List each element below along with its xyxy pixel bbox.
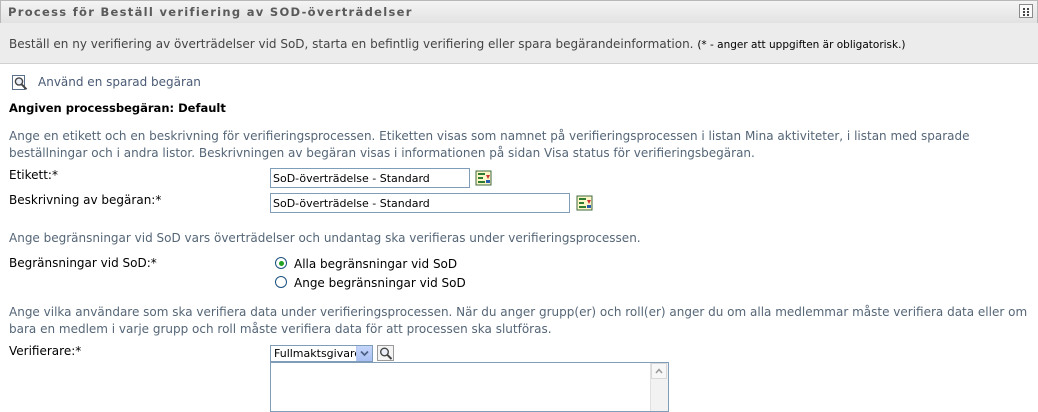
search-document-icon[interactable] bbox=[11, 74, 29, 91]
menu-icon[interactable] bbox=[1019, 4, 1033, 18]
radio-all-constraints[interactable] bbox=[275, 257, 287, 269]
radio-specify-constraints[interactable] bbox=[275, 276, 287, 288]
beskrivning-input[interactable]: SoD-överträdelse - Standard bbox=[270, 193, 570, 213]
verifier-type-value: Fullmaktsgivare bbox=[274, 347, 362, 360]
use-saved-request-link[interactable]: Använd en sparad begäran bbox=[38, 75, 201, 89]
verifier-list-scrollbar[interactable] bbox=[650, 363, 668, 411]
etikett-label: Etikett:* bbox=[9, 168, 58, 182]
intro-bar: Beställ en ny verifiering av överträdels… bbox=[0, 23, 1038, 64]
window-title: Process för Beställ verifiering av SOD-ö… bbox=[8, 5, 413, 19]
verifier-type-select[interactable]: Fullmaktsgivare bbox=[270, 345, 373, 362]
etikett-input[interactable]: SoD-överträdelse - Standard bbox=[270, 168, 470, 188]
localize-picker-icon[interactable] bbox=[576, 195, 594, 212]
label-section-description: Ange en etikett och en beskrivning för v… bbox=[9, 129, 970, 160]
intro-text: Beställ en ny verifiering av överträdels… bbox=[9, 37, 906, 51]
search-icon[interactable] bbox=[377, 345, 395, 362]
constraints-label: Begränsningar vid SoD:* bbox=[9, 256, 157, 270]
scroll-up-icon[interactable] bbox=[651, 363, 667, 379]
verifier-list[interactable] bbox=[270, 362, 669, 412]
localize-picker-icon[interactable] bbox=[475, 170, 493, 187]
verifiers-label: Verifierare:* bbox=[9, 344, 82, 358]
beskrivning-label: Beskrivning av begäran:* bbox=[9, 193, 162, 207]
radio-all-constraints-label[interactable]: Alla begränsningar vid SoD bbox=[294, 257, 457, 271]
radio-specify-constraints-label[interactable]: Ange begränsningar vid SoD bbox=[294, 276, 466, 290]
process-request-heading: Angiven processbegäran: Default bbox=[9, 101, 226, 115]
constraints-section-description: Ange begränsningar vid SoD vars överträd… bbox=[9, 231, 641, 245]
required-note: (* - anger att uppgiften är obligatorisk… bbox=[697, 39, 906, 51]
verifiers-section-description: Ange vilka användare som ska verifiera d… bbox=[9, 305, 1028, 336]
window-titlebar: Process för Beställ verifiering av SOD-ö… bbox=[0, 0, 1038, 24]
intro-description: Beställ en ny verifiering av överträdels… bbox=[9, 37, 694, 51]
chevron-down-icon[interactable] bbox=[356, 346, 372, 361]
